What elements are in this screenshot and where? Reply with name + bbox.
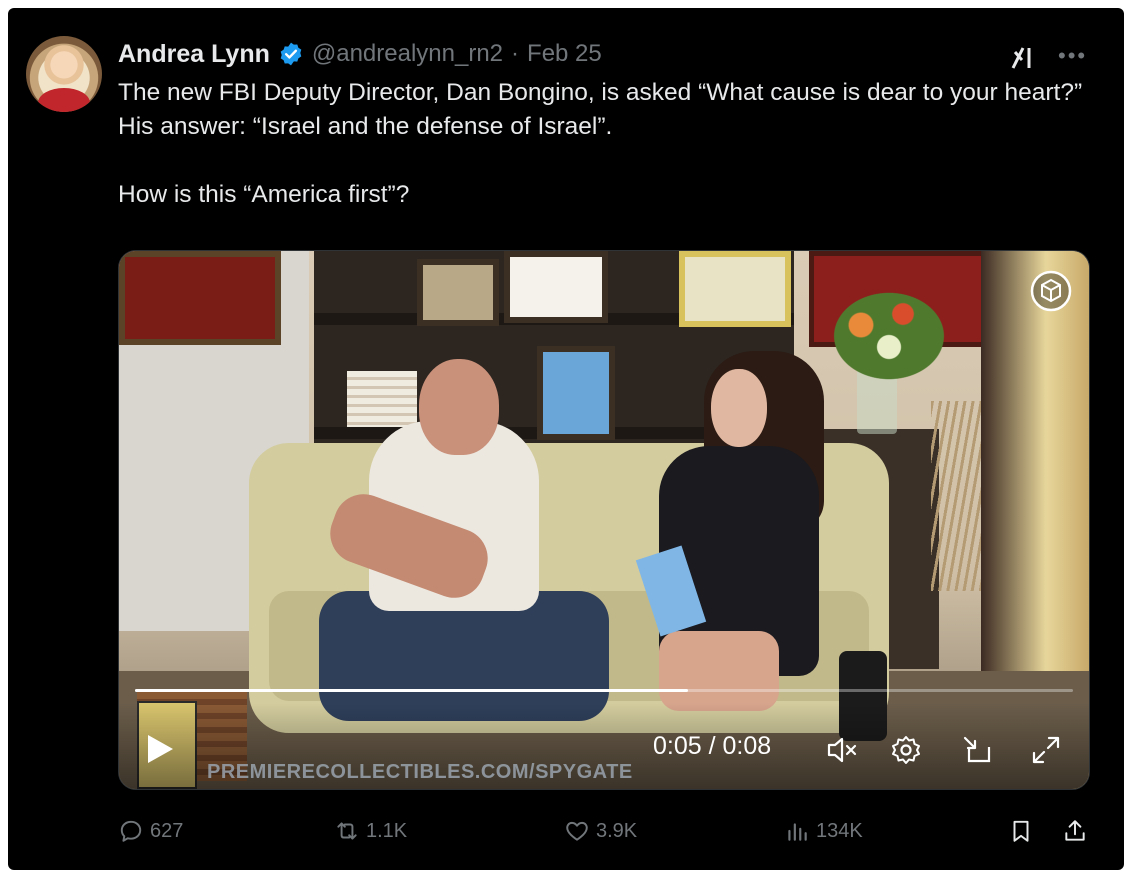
more-options-icon[interactable]: ••• [1058,43,1087,69]
like-button[interactable]: 3.9K [564,818,637,844]
tweet-text-paragraph-2: How is this “America first”? [118,181,410,208]
share-icon [1065,820,1085,841]
views-button[interactable]: 134K [784,818,863,844]
video-progress-fill [135,689,689,692]
tweet-date[interactable]: Feb 25 [527,40,602,68]
views-chart-icon [788,823,807,841]
share-button[interactable] [1062,818,1088,844]
views-count: 134K [816,819,863,842]
mute-icon[interactable] [825,733,859,767]
verified-badge-icon [280,42,302,66]
reply-count: 627 [150,819,184,842]
heart-icon [566,821,588,841]
pip-icon[interactable] [961,733,995,767]
author-name[interactable]: Andrea Lynn [118,40,270,69]
tweet-header: Andrea Lynn @andrealynn_rn2 · Feb 25 [118,38,602,70]
bookmark-button[interactable] [1008,818,1034,844]
video-player[interactable]: PREMIERECOLLECTIBLES.COM/SPYGATE 0:05 / … [118,250,1090,790]
reply-icon [120,820,142,842]
video-watermark: PREMIERECOLLECTIBLES.COM/SPYGATE [207,761,633,783]
bookmark-icon [1013,820,1029,842]
repost-count: 1.1K [366,819,408,842]
tweet-text-paragraph-1: The new FBI Deputy Director, Dan Bongino… [118,79,1083,140]
tweet-card[interactable]: Andrea Lynn @andrealynn_rn2 · Feb 25 •••… [8,8,1124,870]
grok-icon[interactable] [1010,46,1036,70]
repost-icon [337,822,357,840]
reply-button[interactable]: 627 [118,818,183,844]
author-avatar[interactable] [26,36,102,112]
author-handle[interactable]: @andrealynn_rn2 [312,40,503,68]
like-count: 3.9K [596,819,638,842]
repost-button[interactable]: 1.1K [334,818,407,844]
tweet-text: The new FBI Deputy Director, Dan Bongino… [118,76,1108,212]
settings-icon[interactable] [889,733,923,767]
video-time: 0:05 / 0:08 [653,732,772,760]
header-separator: · [511,40,520,67]
video-progress-bar[interactable] [135,689,1073,692]
tweet-actions: 627 1.1K 3.9K 134K [118,818,1088,848]
play-icon[interactable] [145,733,175,765]
fullscreen-icon[interactable] [1029,733,1063,767]
cube-icon[interactable] [1029,269,1073,313]
